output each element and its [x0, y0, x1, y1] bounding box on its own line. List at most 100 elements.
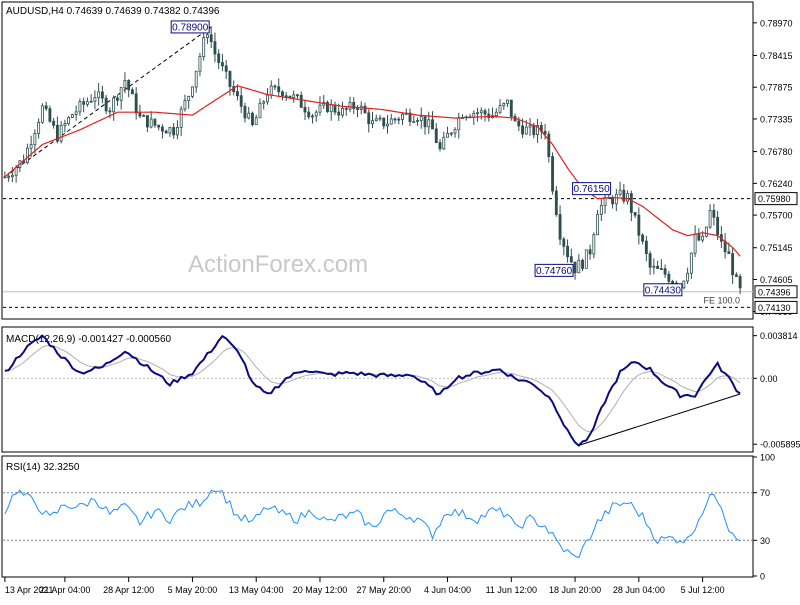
candle-body: [281, 91, 284, 97]
candle-body: [254, 117, 258, 126]
candle-body: [112, 97, 116, 113]
level-price-box-text: 0.74130: [758, 303, 791, 313]
candle-body: [172, 127, 176, 136]
candle-body: [701, 235, 705, 241]
candle-body: [442, 136, 446, 150]
candle-body: [119, 87, 123, 101]
candle-body: [296, 94, 299, 97]
y-tick-label: 0.78415: [760, 51, 793, 61]
candle-body: [532, 125, 536, 136]
candle-body: [652, 265, 656, 268]
candle-body: [341, 108, 344, 116]
candle-body: [562, 238, 566, 247]
x-tick-label: 21 Apr 04:00: [39, 585, 90, 595]
candle-body: [689, 252, 693, 274]
candle-body: [52, 120, 56, 126]
candle-body: [584, 249, 588, 269]
candle-body: [198, 56, 202, 72]
candle-body: [224, 65, 228, 72]
candle-body: [416, 120, 419, 122]
candle-body: [386, 123, 389, 127]
candle-body: [292, 94, 296, 99]
x-tick-label: 13 May 04:00: [229, 585, 284, 595]
candle-body: [277, 86, 281, 93]
candle-body: [108, 110, 112, 113]
candle-body: [524, 126, 528, 135]
candle-body: [348, 102, 352, 110]
candle-body: [551, 156, 554, 192]
y-tick-label: -0.005895: [760, 440, 800, 450]
price-panel-title: AUDUSD,H4 0.74639 0.74639 0.74382 0.7439…: [6, 6, 220, 17]
candle-body: [596, 214, 600, 236]
candle-body: [284, 95, 288, 98]
candle-body: [378, 117, 382, 120]
candle-body: [142, 115, 146, 117]
candle-body: [434, 128, 438, 143]
candle-body: [149, 118, 153, 128]
candle-body: [104, 97, 108, 112]
candle-body: [123, 80, 127, 89]
x-tick-label: 5 May 20:00: [168, 585, 218, 595]
candle-body: [618, 189, 622, 195]
candle-body: [74, 111, 78, 116]
candle-body: [202, 37, 206, 57]
candle-body: [521, 125, 524, 135]
candle-body: [318, 104, 322, 113]
candle-body: [266, 94, 269, 103]
candle-body: [382, 117, 386, 127]
y-tick-label: 0.76780: [760, 147, 793, 157]
candle-body: [251, 112, 254, 126]
candle-body: [344, 108, 348, 110]
candle-body: [363, 105, 367, 114]
candle-body: [479, 110, 483, 114]
level-note: FE 100.0: [703, 295, 740, 305]
candle-body: [738, 276, 742, 289]
x-tick-label: 11 Jun 12:00: [486, 585, 537, 595]
candle-body: [659, 268, 663, 270]
candle-body: [329, 104, 333, 113]
x-tick-label: 20 May 12:00: [293, 585, 348, 595]
candle-body: [115, 97, 119, 101]
candle-body: [7, 176, 11, 179]
candle-body: [85, 101, 89, 105]
candle-body: [25, 147, 29, 164]
candle-body: [423, 116, 427, 128]
candle-body: [663, 268, 667, 275]
y-tick-label: 70: [760, 488, 770, 498]
x-tick-label: 28 Jun 04:00: [613, 585, 665, 595]
candle-body: [693, 233, 697, 254]
candle-body: [581, 259, 585, 269]
candle-body: [401, 113, 404, 120]
candle-body: [70, 114, 74, 118]
level-price-box-text: 0.75980: [758, 194, 791, 204]
candle-body: [221, 62, 224, 67]
candle-body: [644, 240, 648, 255]
candle-body: [588, 249, 592, 255]
chart-window: ActionForex.com AUDUSD,H4 0.74639 0.7463…: [0, 0, 800, 600]
rsi-panel-title: RSI(14) 32.3250: [6, 462, 80, 473]
candle-body: [547, 133, 551, 157]
candle-body: [228, 70, 232, 87]
candle-body: [626, 193, 630, 202]
candle-body: [82, 101, 86, 105]
candle-body: [262, 101, 266, 104]
candle-body: [389, 118, 393, 125]
candle-body: [48, 108, 52, 122]
y-tick-label: 0.77875: [760, 83, 793, 93]
candle-body: [697, 233, 701, 241]
y-tick-label: 0.74605: [760, 275, 793, 285]
price-label-text: 0.74760: [536, 266, 573, 277]
candle-body: [153, 118, 157, 126]
candle-body: [303, 106, 307, 113]
candle-body: [239, 95, 243, 107]
candle-body: [311, 115, 314, 118]
candle-body: [333, 104, 337, 113]
x-tick-label: 18 Jun 20:00: [549, 585, 601, 595]
candle-body: [217, 53, 221, 63]
candle-body: [157, 124, 161, 128]
candle-body: [614, 193, 618, 205]
candle-body: [97, 91, 101, 98]
candle-body: [160, 126, 164, 132]
candle-body: [14, 167, 18, 176]
candle-body: [40, 105, 44, 123]
